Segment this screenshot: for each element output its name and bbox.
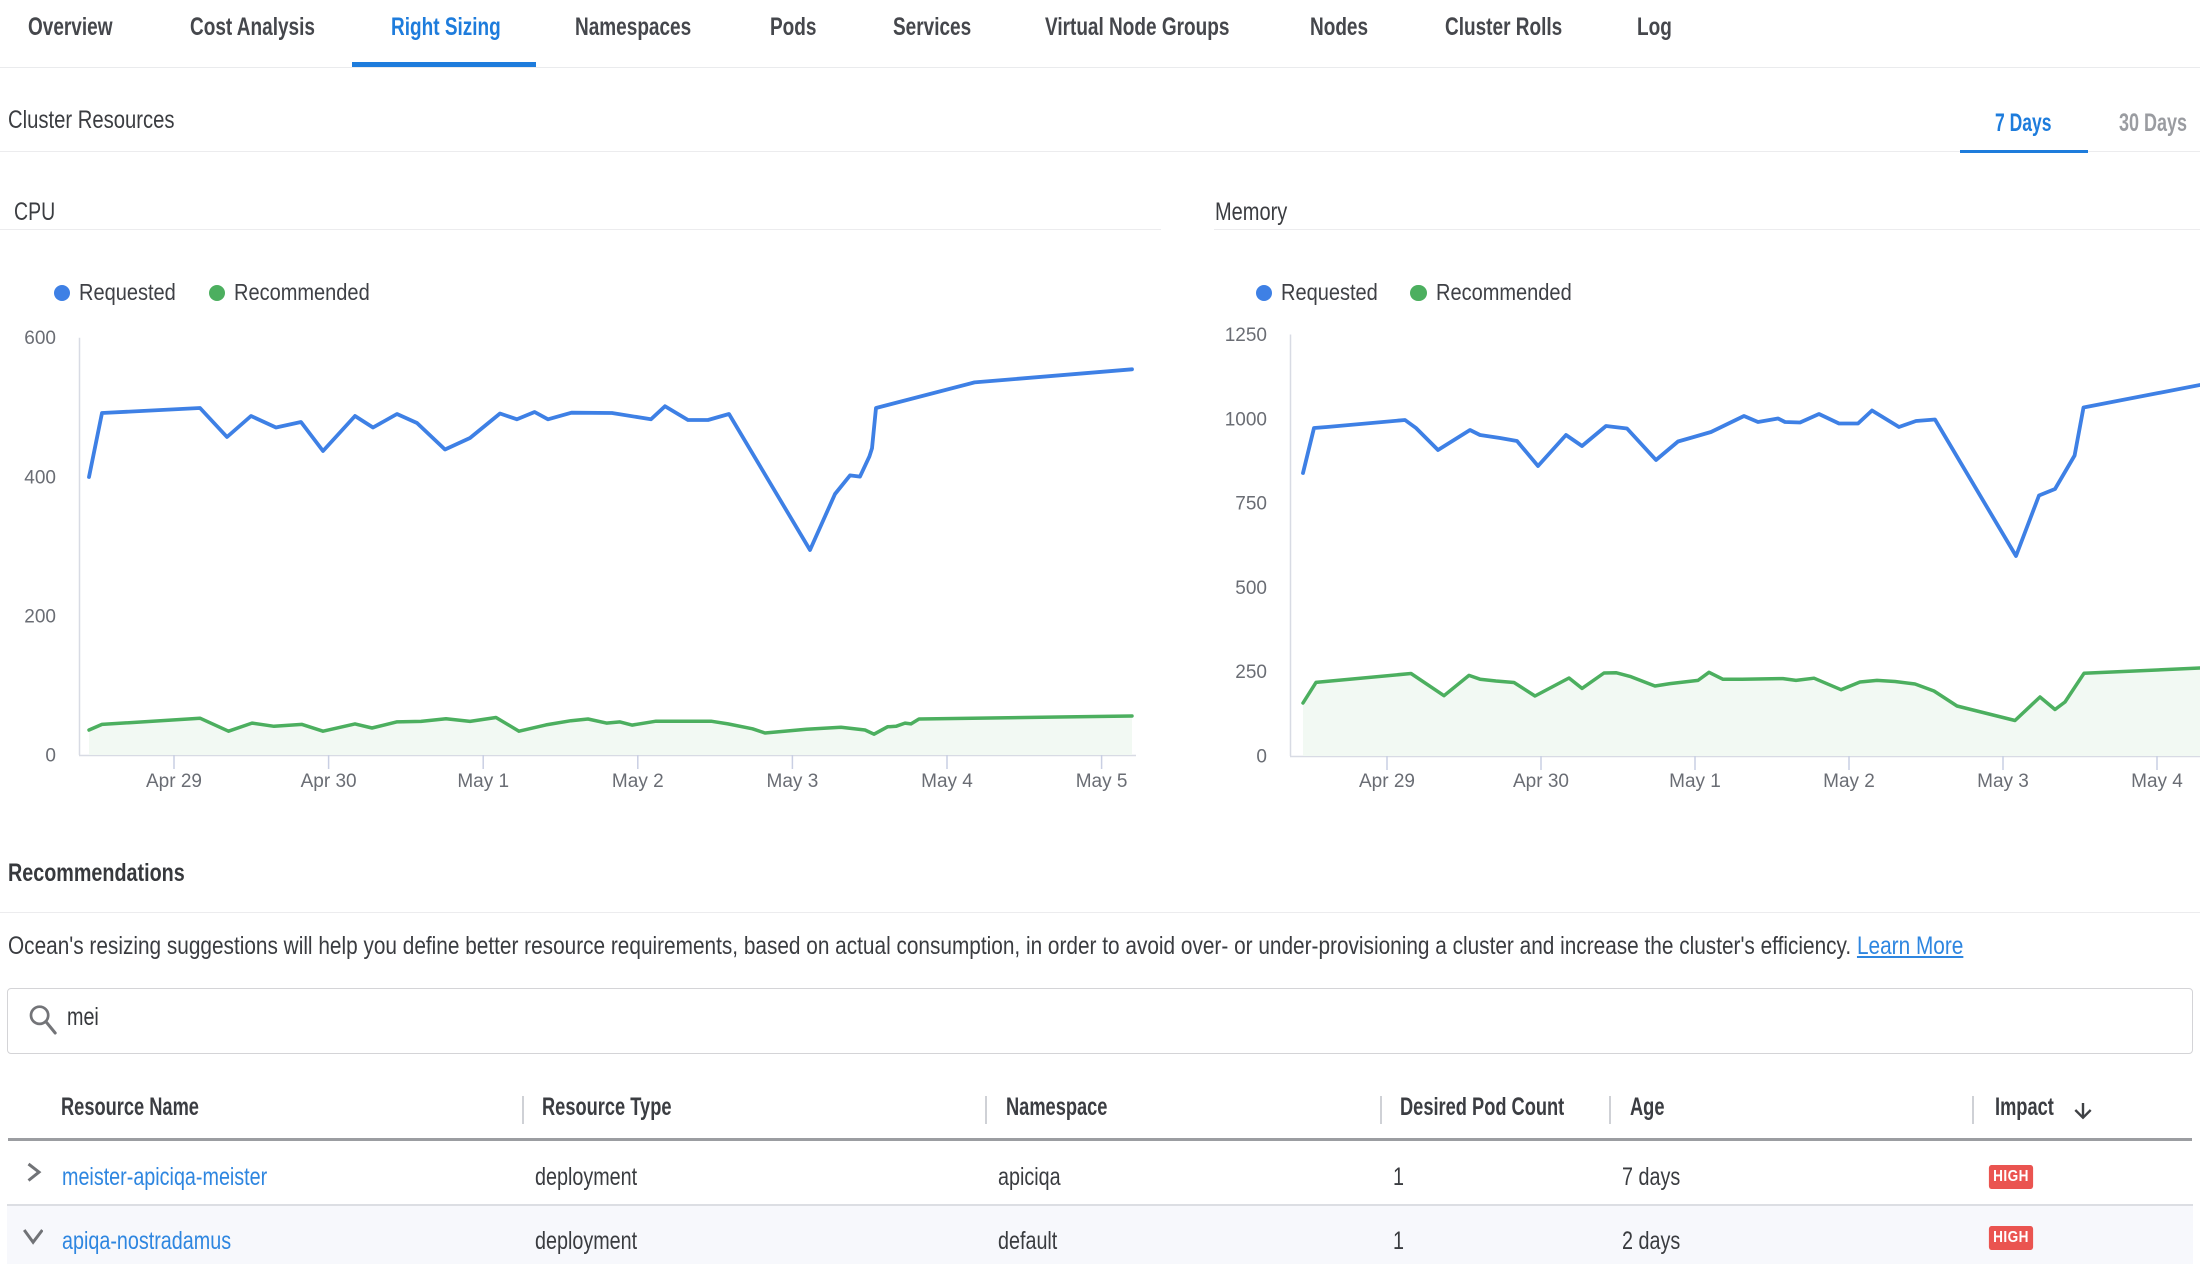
svg-text:May 2: May 2 (612, 771, 664, 792)
svg-text:May 1: May 1 (457, 771, 509, 792)
svg-text:1000: 1000 (1225, 409, 1267, 430)
svg-text:Apr 29: Apr 29 (146, 771, 202, 792)
svg-text:0: 0 (45, 746, 56, 767)
svg-text:May 3: May 3 (767, 771, 819, 792)
svg-text:0: 0 (1256, 747, 1267, 768)
svg-text:500: 500 (1235, 578, 1267, 599)
svg-text:200: 200 (24, 606, 56, 627)
svg-text:May 2: May 2 (1823, 771, 1875, 792)
svg-text:600: 600 (24, 328, 56, 349)
svg-text:May 4: May 4 (2131, 771, 2183, 792)
svg-text:May 3: May 3 (1977, 771, 2029, 792)
svg-text:May 1: May 1 (1669, 771, 1721, 792)
svg-text:May 4: May 4 (921, 771, 973, 792)
svg-text:Apr 29: Apr 29 (1359, 771, 1415, 792)
svg-text:250: 250 (1235, 662, 1267, 683)
svg-text:Apr 30: Apr 30 (301, 771, 357, 792)
svg-text:400: 400 (24, 467, 56, 488)
svg-text:May 5: May 5 (1076, 771, 1128, 792)
svg-text:Apr 30: Apr 30 (1513, 771, 1569, 792)
svg-text:1250: 1250 (1225, 325, 1267, 346)
svg-text:750: 750 (1235, 494, 1267, 515)
